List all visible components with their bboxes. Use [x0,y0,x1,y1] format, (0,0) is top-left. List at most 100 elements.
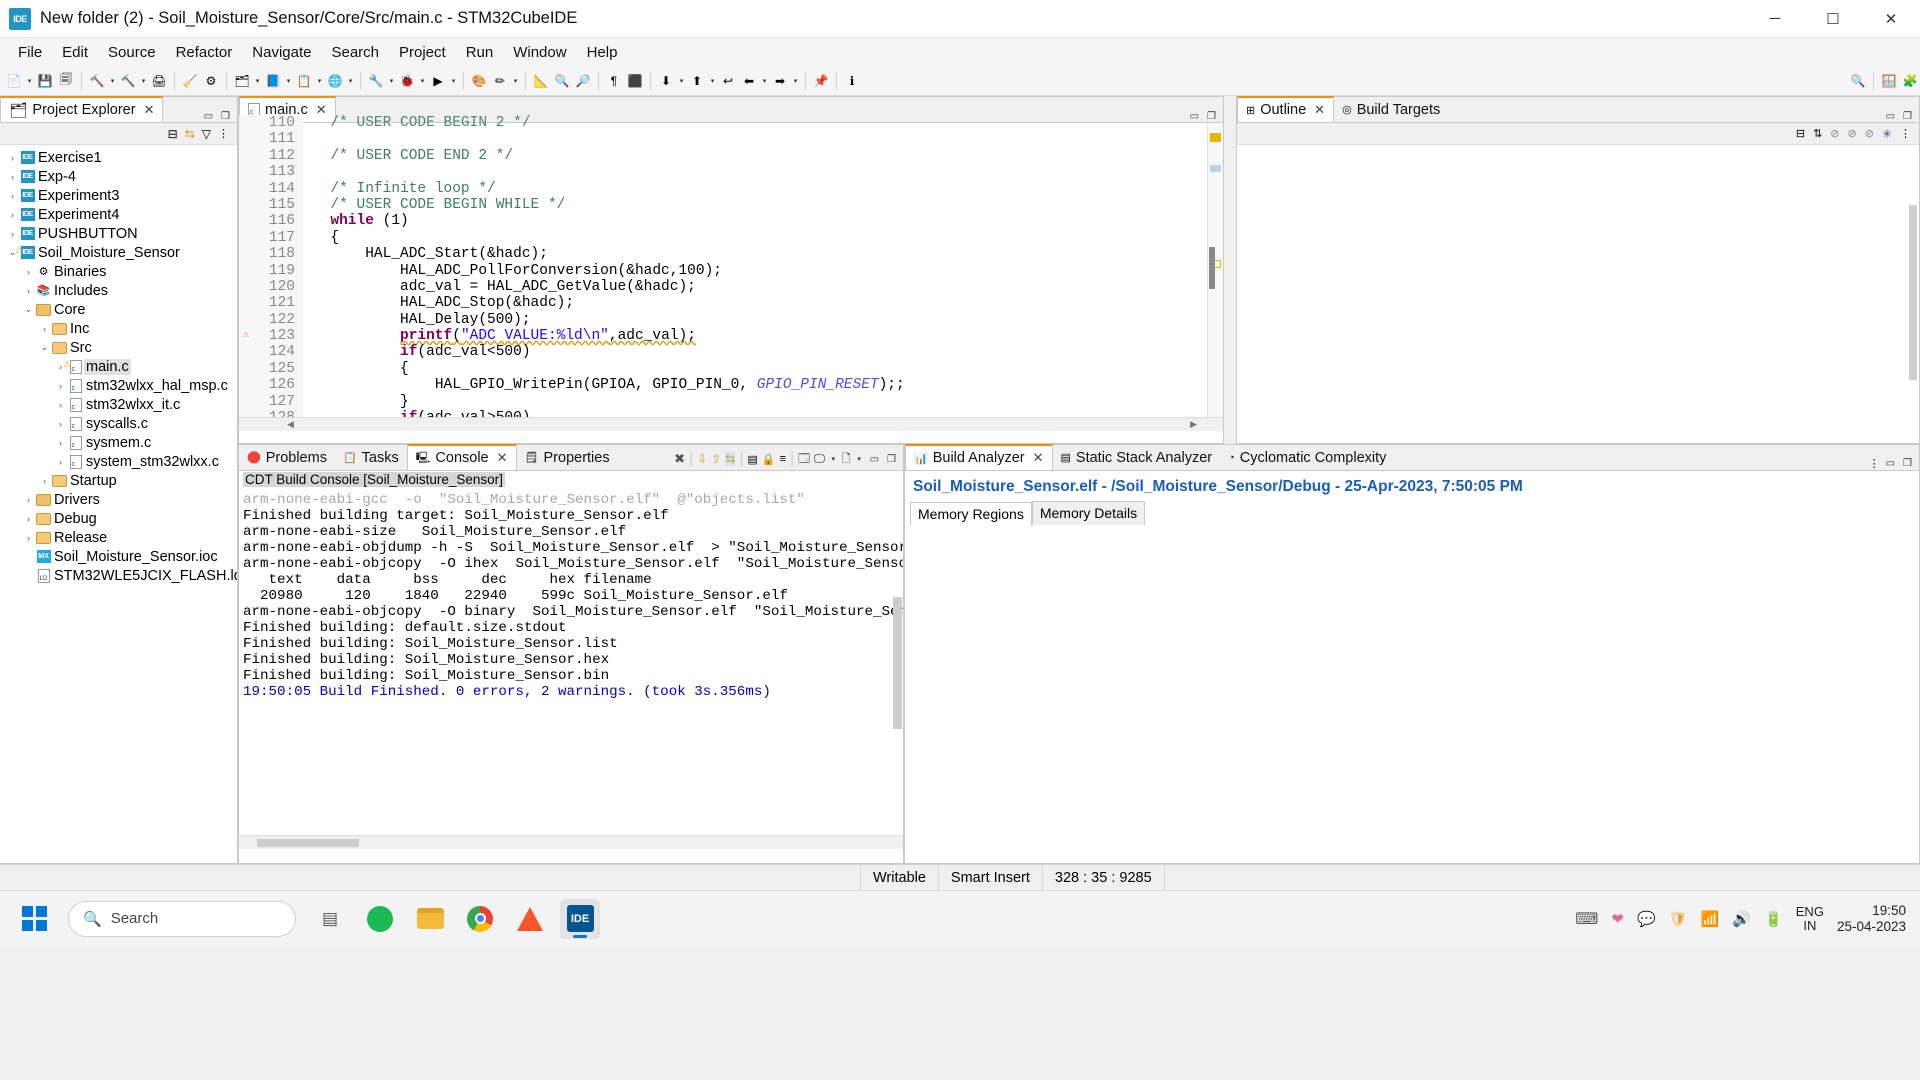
chevron-right-icon[interactable]: › [22,533,35,543]
view-menu-icon[interactable]: ⋮ [1900,127,1911,140]
back-icon[interactable]: ⬅ [739,70,759,92]
security-icon[interactable]: 🛡 [1669,910,1688,928]
editor-body[interactable]: 110 /* USER CODE BEGIN 2 */111112 /* USE… [239,123,1223,417]
chevron-right-icon[interactable]: › [6,191,19,201]
maximize-icon[interactable]: ❐ [1901,458,1914,469]
taskbar-search-box[interactable]: 🔍 Search [68,901,296,937]
next-annotation-dropdown-icon[interactable]: ▾ [677,70,686,92]
taskbar-clock[interactable]: 19:50 25-04-2023 [1837,903,1906,934]
view-menu-icon[interactable]: ⋮ [218,127,229,140]
subtab-memory-details[interactable]: Memory Details [1032,501,1145,525]
stm32cubeide-icon[interactable]: IDE [560,899,600,939]
chevron-right-icon[interactable]: › [54,457,67,467]
code-line-115[interactable]: 115 /* USER CODE BEGIN WHILE */ [239,197,1207,213]
tree-item-experiment3[interactable]: ›IDEExperiment3 [0,186,237,205]
run-icon[interactable]: ▶ [428,70,448,92]
external-tools-dropdown-icon[interactable]: ▾ [387,70,396,92]
windows-start-icon[interactable] [14,899,54,939]
tab-static-stack-analyzer[interactable]: ▤ Static Stack Analyzer [1053,445,1221,470]
tab-build-analyzer[interactable]: 📊 Build Analyzer ✕ [905,444,1053,470]
maximize-icon[interactable]: ❐ [1901,111,1914,122]
chevron-right-icon[interactable]: › [22,286,35,296]
tree-item-syscalls-c[interactable]: ›syscalls.c [0,414,237,433]
tree-item-debug[interactable]: ›Debug [0,509,237,528]
build-all-icon[interactable]: ⚙ [201,70,221,92]
pencil-dropdown-icon[interactable]: ▾ [511,70,520,92]
chevron-right-icon[interactable]: › [22,495,35,505]
menu-item-help[interactable]: Help [577,41,628,64]
hammer-dropdown-icon[interactable]: ▾ [139,70,148,92]
chevron-right-icon[interactable]: › [22,514,35,524]
sort-icon[interactable]: ⇅ [1813,127,1822,140]
show-console-icon[interactable]: ▤ [747,453,757,466]
clear-console-icon[interactable]: ✖ [674,451,685,467]
open-element-icon[interactable]: 🔎 [573,70,593,92]
tree-item-release[interactable]: ›Release [0,528,237,547]
maximize-icon[interactable]: ❐ [885,454,898,465]
outline-vertical-scrollbar[interactable] [1909,205,1917,380]
scroll-down-icon[interactable]: ⇩ [697,452,707,466]
new-c-project-dropdown-icon[interactable]: ▾ [253,70,262,92]
warning-marker-icon[interactable]: ⚠ [239,328,253,344]
word-wrap-icon[interactable]: ≡ [780,453,786,465]
save-icon[interactable]: 💾 [35,70,55,92]
forward-icon[interactable]: ➡ [770,70,790,92]
menu-item-project[interactable]: Project [389,41,456,64]
file-explorer-icon[interactable] [410,899,450,939]
minimize-icon[interactable]: ▭ [1884,111,1897,122]
menu-item-run[interactable]: Run [456,41,504,64]
scroll-lock-icon[interactable]: ⇆ [725,452,735,466]
view-menu-icon[interactable]: ⋮ [1869,457,1880,470]
tab-outline[interactable]: ⊞ Outline ✕ [1237,96,1334,122]
code-line-116[interactable]: 116 while (1) [239,213,1207,229]
code-line-120[interactable]: 120 adc_val = HAL_ADC_GetValue(&hadc); [239,279,1207,295]
external-tools-icon[interactable]: 🔧 [366,70,386,92]
close-button[interactable]: ✕ [1862,0,1920,37]
minimize-icon[interactable]: ▭ [202,111,215,122]
project-tree[interactable]: ›IDEExercise1›IDEExp-4›IDEExperiment3›ID… [0,145,237,859]
menu-item-navigate[interactable]: Navigate [242,41,321,64]
tab-problems[interactable]: 🛑 Problems [239,445,335,470]
new-c-file-icon[interactable]: 📘 [263,70,283,92]
code-line-124[interactable]: 124 if(adc_val<500) [239,344,1207,360]
prev-annotation-dropdown-icon[interactable]: ▾ [708,70,717,92]
tab-project-explorer[interactable]: 🗂 Project Explorer ✕ [0,96,163,122]
tab-cyclomatic-complexity[interactable]: ◔ Cyclomatic Complexity [1220,445,1394,470]
new-console-view-icon[interactable]: 🖵 [814,453,825,466]
chevron-right-icon[interactable]: › [54,381,67,391]
editor-overview-ruler[interactable] [1207,123,1223,417]
collapse-all-icon[interactable]: ⊟ [1796,127,1805,140]
hide-nonpublic-icon[interactable]: ⊘ [1865,127,1874,140]
build-icon[interactable]: 🔨 [87,70,107,92]
open-console-dropdown-icon[interactable]: ▾ [855,448,864,470]
tree-item-includes[interactable]: ›📚Includes [0,281,237,300]
brave-icon[interactable] [510,899,550,939]
pin-console-icon[interactable]: 🔒 [762,453,776,466]
toggle-mark-icon[interactable]: ⬛ [625,70,645,92]
save-all-icon[interactable]: 🗐 [56,70,76,92]
menu-item-source[interactable]: Source [98,41,166,64]
minimize-icon[interactable]: ▭ [868,454,881,465]
tree-item-exercise1[interactable]: ›IDEExercise1 [0,148,237,167]
code-line-125[interactable]: 125 { [239,361,1207,377]
run-dropdown-icon[interactable]: ▾ [449,70,458,92]
teams-icon[interactable]: 💬 [1637,910,1656,928]
print-icon[interactable]: 🖨 [149,70,169,92]
new-config-icon[interactable]: 📋 [294,70,314,92]
link-editor-icon[interactable]: ⇆ [185,127,195,141]
filters-icon[interactable]: ✳ [1882,127,1892,141]
hammer-icon[interactable]: 🔨 [118,70,138,92]
wifi-icon[interactable]: 📶 [1701,910,1720,928]
refresh-icon[interactable]: 🌐 [325,70,345,92]
code-line-117[interactable]: 117 { [239,230,1207,246]
tree-item-stm32wlxx-hal-msp-c[interactable]: ›stm32wlxx_hal_msp.c [0,376,237,395]
code-line-126[interactable]: 126 HAL_GPIO_WritePin(GPIOA, GPIO_PIN_0,… [239,377,1207,393]
refresh-dropdown-icon[interactable]: ▾ [346,70,355,92]
build-dropdown-icon[interactable]: ▾ [108,70,117,92]
code-line-122[interactable]: 122 HAL_Delay(500); [239,312,1207,328]
open-type-icon[interactable]: 📐 [531,70,551,92]
chevron-right-icon[interactable]: › [38,476,51,486]
tree-item-startup[interactable]: ›Startup [0,471,237,490]
scrollbar-thumb[interactable] [257,839,359,847]
tree-item-experiment4[interactable]: ›IDEExperiment4 [0,205,237,224]
